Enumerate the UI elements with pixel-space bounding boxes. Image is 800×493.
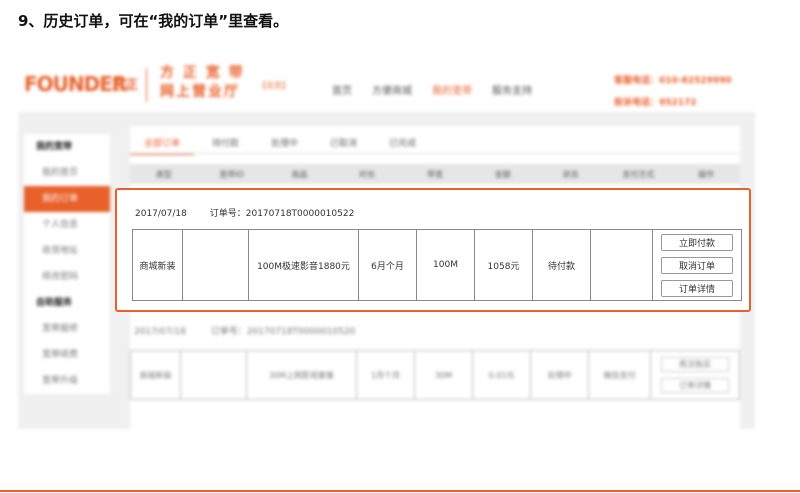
- order-2-product: 30M上网影视套餐: [247, 351, 357, 399]
- order-1-payment: [591, 230, 653, 300]
- sidebar-item-profile[interactable]: 个人信息: [24, 212, 110, 238]
- nav-my-broadband[interactable]: 我的宽带: [432, 82, 472, 97]
- order-tabs: 全部订单 待付款 处理中 已取消 已完成: [130, 132, 434, 155]
- bottom-divider: [0, 490, 800, 492]
- order-1-type: 商城新装: [133, 230, 183, 300]
- order-1-amount: 1058元: [475, 230, 533, 300]
- order-1-actions: 立即付款 取消订单 订单详情: [653, 230, 741, 300]
- tab-cancelled[interactable]: 已取消: [316, 132, 371, 155]
- founder-logo-cn: 方正: [112, 78, 139, 93]
- sidebar-item-upgrade[interactable]: 宽带升级: [24, 368, 110, 394]
- tabs-divider: [130, 153, 740, 154]
- tab-completed[interactable]: 已完成: [375, 132, 430, 155]
- order-2-duration: 1月个月: [357, 351, 415, 399]
- order-2-meta: 2017/07/18 订单号：20170718T0000010520: [130, 324, 740, 337]
- col-actions: 操作: [698, 169, 715, 179]
- sidebar-item-password[interactable]: 修改密码: [24, 264, 110, 290]
- col-amount: 金额: [494, 169, 511, 179]
- tab-pending-payment[interactable]: 待付款: [198, 132, 253, 155]
- order-1-number: 订单号：20170718T0000010522: [209, 209, 355, 219]
- col-payment: 支付方式: [622, 169, 655, 179]
- sidebar-item-renew[interactable]: 宽带续费: [24, 342, 110, 368]
- cancel-order-button[interactable]: 取消订单: [661, 256, 733, 274]
- instruction-heading: 9、历史订单，可在“我的订单”里查看。: [18, 12, 289, 30]
- nav-home[interactable]: 首页: [332, 82, 352, 97]
- order-card-2: 2017/07/18 订单号：20170718T0000010520 商城新装 …: [130, 324, 740, 400]
- sidebar: 我的宽带 我的首页 我的订单 个人信息 收货地址 修改密码 自助服务 宽带报修 …: [24, 134, 110, 394]
- order-2-status: 处理中: [531, 351, 589, 399]
- col-type: 类型: [155, 169, 172, 179]
- sidebar-item-address[interactable]: 收货地址: [24, 238, 110, 264]
- sidebar-group-my-broadband: 我的宽带: [24, 134, 110, 160]
- service-phone: 客服电话：010-82529990: [614, 76, 732, 86]
- nav-support[interactable]: 服务支持: [492, 82, 532, 97]
- order-1-bandwidth: 100M: [417, 230, 475, 300]
- city-selector[interactable]: 【北京】: [258, 80, 290, 91]
- order-2-details-button[interactable]: 订单详情: [661, 378, 729, 393]
- sidebar-group-self-service: 自助服务: [24, 290, 110, 316]
- brand-line-2: 网上营业厅: [160, 84, 240, 100]
- order-2-amount: 0.01元: [473, 351, 531, 399]
- order-1-date: 2017/07/18: [135, 209, 187, 219]
- col-product: 商品: [291, 169, 308, 179]
- order-2-row: 商城新装 30M上网影视套餐 1月个月 30M 0.01元 处理中 微信支付 再…: [130, 350, 740, 400]
- pay-now-button[interactable]: 立即付款: [661, 233, 733, 251]
- tab-all-orders[interactable]: 全部订单: [130, 132, 195, 155]
- complaint-phone: 投诉电话：952172: [614, 98, 697, 108]
- contact-info: 客服电话：010-82529990 投诉电话：952172: [614, 70, 732, 114]
- founder-logo[interactable]: FOUNDER: [24, 72, 127, 96]
- order-1-row: 商城新装 100M极速影音1880元 6月个月 100M 1058元 待付款 立…: [132, 229, 742, 301]
- main-nav: 首页 方便商城 我的宽带 服务支持: [332, 82, 532, 97]
- order-1-product: 100M极速影音1880元: [249, 230, 359, 300]
- order-2-number: 订单号：20170718T0000010520: [210, 327, 356, 337]
- order-1-meta: 2017/07/18 订单号：20170718T0000010522: [135, 206, 374, 219]
- table-header: 类型 宽带ID 商品 时长 带宽 金额 状态 支付方式 操作: [130, 164, 740, 184]
- sidebar-item-home[interactable]: 我的首页: [24, 160, 110, 186]
- order-details-button[interactable]: 订单详情: [661, 279, 733, 297]
- order-2-bandwidth: 30M: [415, 351, 473, 399]
- sidebar-item-orders[interactable]: 我的订单: [24, 186, 110, 212]
- sidebar-item-repair[interactable]: 宽带报修: [24, 316, 110, 342]
- nav-mall[interactable]: 方便商城: [372, 82, 412, 97]
- page: 9、历史订单，可在“我的订单”里查看。 FOUNDER 方正 方 正 宽 带 网…: [0, 0, 800, 493]
- order-1-status: 待付款: [533, 230, 591, 300]
- col-duration: 时长: [359, 169, 376, 179]
- order-1-duration: 6月个月: [359, 230, 417, 300]
- order-2-type: 商城新装: [131, 351, 181, 399]
- col-bandwidth: 带宽: [427, 169, 444, 179]
- rebuy-button[interactable]: 再次购买: [661, 357, 729, 372]
- order-1-broadband-id: [183, 230, 249, 300]
- brand-title: 方 正 宽 带 网上营业厅: [160, 64, 245, 102]
- col-broadband-id: 宽带ID: [219, 169, 244, 179]
- site-header: FOUNDER 方正 方 正 宽 带 网上营业厅 【北京】 首页 方便商城 我的…: [18, 54, 755, 112]
- order-2-actions: 再次购买 订单详情: [651, 351, 739, 399]
- order-2-broadband-id: [181, 351, 247, 399]
- tab-processing[interactable]: 处理中: [257, 132, 312, 155]
- order-2-date: 2017/07/18: [134, 327, 186, 337]
- order-2-payment: 微信支付: [589, 351, 651, 399]
- brand-line-1: 方 正 宽 带: [160, 65, 245, 81]
- col-status: 状态: [562, 169, 579, 179]
- highlighted-order-card: 2017/07/18 订单号：20170718T0000010522 商城新装 …: [115, 188, 751, 312]
- logo-divider: [146, 68, 147, 102]
